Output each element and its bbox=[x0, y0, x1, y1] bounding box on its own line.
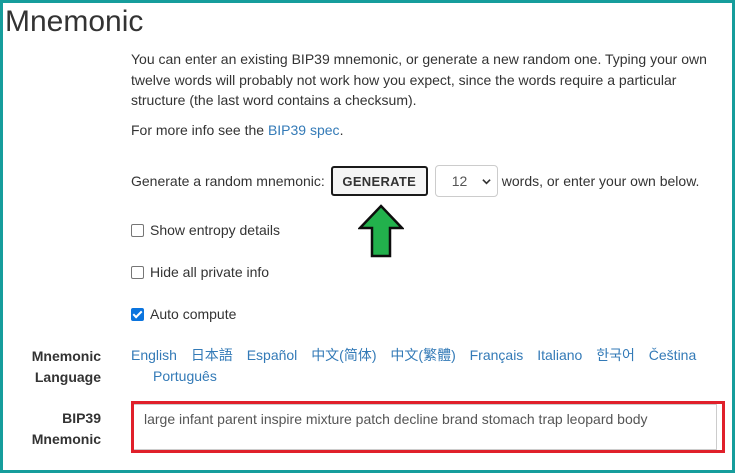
language-link-french[interactable]: Français bbox=[470, 347, 524, 363]
page-title: Mnemonic bbox=[5, 5, 144, 38]
more-info-text: For more info see the BIP39 spec. bbox=[131, 120, 343, 140]
word-count-value: 12 bbox=[451, 173, 468, 189]
language-link-japanese[interactable]: 日本語 bbox=[191, 347, 233, 363]
auto-compute-label: Auto compute bbox=[150, 306, 237, 322]
language-links: English 日本語 Español 中文(简体) 中文(繁體) França… bbox=[131, 345, 716, 386]
show-entropy-checkbox[interactable] bbox=[131, 223, 144, 237]
mnemonic-language-label-line2: Language bbox=[34, 368, 101, 385]
bip39-mnemonic-label-line2: Mnemonic bbox=[31, 430, 101, 447]
hide-private-info-option[interactable]: Hide all private info bbox=[131, 264, 269, 280]
up-arrow-annotation-icon bbox=[358, 204, 404, 258]
hide-private-info-label: Hide all private info bbox=[150, 264, 270, 280]
bip39-mnemonic-label: BIP39 Mnemonic bbox=[0, 408, 101, 449]
hide-private-info-checkbox[interactable] bbox=[131, 265, 144, 279]
generate-suffix-label: words, or enter your own below. bbox=[501, 173, 700, 189]
word-count-select[interactable]: 12 bbox=[434, 165, 498, 197]
language-link-italian[interactable]: Italiano bbox=[537, 347, 582, 363]
mnemonic-language-label: Mnemonic Language bbox=[0, 346, 101, 387]
auto-compute-option[interactable]: Auto compute bbox=[131, 306, 236, 322]
bip39-mnemonic-label-line1: BIP39 bbox=[62, 410, 101, 426]
language-link-portuguese[interactable]: Português bbox=[153, 368, 217, 384]
mnemonic-textarea[interactable]: large infant parent inspire mixture patc… bbox=[131, 404, 717, 450]
generate-prefix-label: Generate a random mnemonic: bbox=[131, 173, 325, 189]
more-info-suffix: . bbox=[339, 122, 344, 138]
language-link-english[interactable]: English bbox=[131, 347, 177, 363]
chevron-down-icon bbox=[482, 178, 491, 184]
generate-row: Generate a random mnemonic: GENERATE 12 … bbox=[131, 165, 699, 197]
mnemonic-language-label-line1: Mnemonic bbox=[31, 348, 101, 364]
more-info-prefix: For more info see the bbox=[131, 122, 268, 138]
language-link-chinese-simplified[interactable]: 中文(简体) bbox=[311, 347, 376, 363]
bip39-spec-link[interactable]: BIP39 spec bbox=[268, 122, 340, 138]
language-link-chinese-traditional[interactable]: 中文(繁體) bbox=[390, 347, 455, 363]
generate-button[interactable]: GENERATE bbox=[330, 166, 428, 196]
auto-compute-checkbox[interactable] bbox=[131, 307, 144, 321]
language-link-spanish[interactable]: Español bbox=[247, 347, 298, 363]
language-link-korean[interactable]: 한국어 bbox=[596, 347, 635, 363]
show-entropy-option[interactable]: Show entropy details bbox=[131, 222, 280, 238]
language-link-czech[interactable]: Čeština bbox=[649, 347, 696, 363]
intro-text: You can enter an existing BIP39 mnemonic… bbox=[131, 51, 707, 108]
show-entropy-label: Show entropy details bbox=[150, 222, 280, 238]
